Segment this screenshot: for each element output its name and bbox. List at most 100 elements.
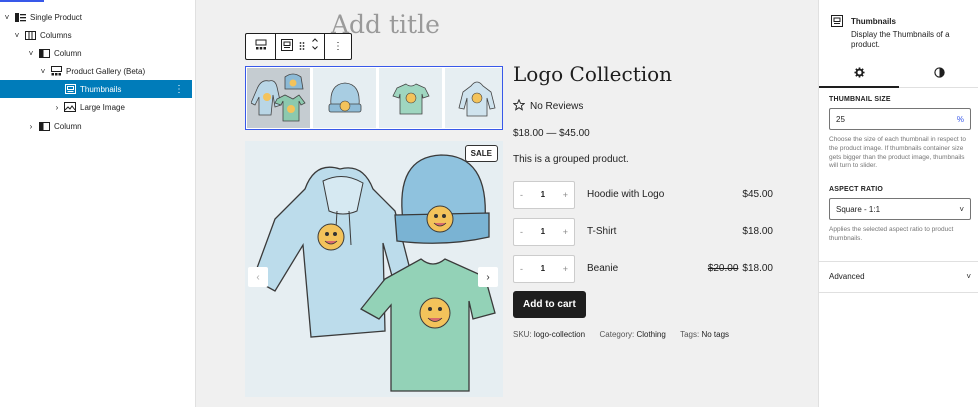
gallery-icon	[50, 66, 62, 76]
chevron-down-icon: ˅	[966, 272, 971, 281]
chevron-right-icon: ›	[486, 271, 490, 283]
tab-styles[interactable]	[899, 60, 978, 87]
chevron-right-icon[interactable]: ›	[52, 103, 62, 112]
next-image-button[interactable]: ›	[478, 267, 498, 287]
thumbnails-strip[interactable]	[245, 66, 503, 130]
product-title: Logo Collection	[513, 62, 673, 86]
chevron-down-icon[interactable]: ˅	[38, 67, 48, 76]
grouped-item-price: $18.00	[678, 226, 773, 237]
list-item-column[interactable]: ˅ Column	[0, 44, 192, 62]
thumbnail-collection[interactable]	[247, 68, 310, 128]
sku-value: logo-collection	[533, 330, 586, 339]
thumbnails-icon	[64, 84, 76, 94]
grouped-item-name[interactable]: Hoodie with Logo	[587, 189, 678, 200]
list-item-large-image[interactable]: › Large Image	[0, 98, 192, 116]
more-options-button[interactable]: ⋮	[325, 34, 351, 59]
thumbnail-size-input[interactable]: 25 %	[829, 108, 971, 130]
quantity-value[interactable]: 1	[541, 227, 545, 236]
quantity-stepper[interactable]: - 1 +	[513, 217, 575, 246]
single-product-icon	[14, 12, 26, 22]
parent-block-button[interactable]	[246, 34, 276, 59]
decrease-button[interactable]: -	[520, 264, 523, 274]
thumbnail-hoodie[interactable]	[445, 68, 502, 128]
quantity-value[interactable]: 1	[541, 190, 545, 199]
grouped-item-hoodie: - 1 + Hoodie with Logo $45.00	[513, 176, 773, 213]
list-item-column-2[interactable]: › Column	[0, 117, 192, 135]
category-label: Category:	[599, 330, 635, 339]
grouped-item-name[interactable]: T-Shirt	[587, 226, 678, 237]
add-to-cart-button[interactable]: Add to cart	[513, 291, 586, 318]
quantity-stepper[interactable]: - 1 +	[513, 254, 575, 283]
thumbnail-beanie[interactable]	[313, 68, 376, 128]
thumbnail-size-control: THUMBNAIL SIZE 25 % Choose the size of e…	[829, 96, 971, 171]
product-large-image[interactable]: SALE ‹ ›	[245, 141, 503, 397]
decrease-button[interactable]: -	[520, 190, 523, 200]
increase-button[interactable]: +	[563, 264, 568, 274]
thumbnail-size-label: THUMBNAIL SIZE	[829, 96, 891, 103]
star-icon	[512, 98, 526, 114]
quantity-stepper[interactable]: - 1 +	[513, 180, 575, 209]
category-link[interactable]: Clothing	[636, 330, 665, 339]
unit-select[interactable]: %	[957, 115, 964, 124]
drag-handle-icon[interactable]	[299, 38, 305, 56]
grouped-item-price: $45.00	[678, 189, 773, 200]
advanced-panel-toggle[interactable]: Advanced ˅	[829, 272, 971, 281]
list-item-label: Column	[54, 48, 82, 58]
collection-thumbnail-image	[250, 73, 306, 122]
list-item-thumbnails[interactable]: Thumbnails ⋮	[0, 80, 192, 98]
aspect-ratio-select[interactable]: Square - 1:1 ˅	[829, 198, 971, 220]
list-view-panel: ˅ Single Product ˅ Columns ˅ Column ˅ Pr…	[0, 0, 196, 407]
grouped-item-name[interactable]: Beanie	[587, 263, 678, 274]
list-item-label: Large Image	[80, 102, 125, 112]
list-item-label: Single Product	[30, 12, 83, 22]
price-current: $18.00	[742, 226, 773, 237]
contrast-icon	[933, 66, 945, 81]
chevron-down-icon[interactable]: ˅	[2, 13, 12, 22]
list-view-tab-indicator	[0, 0, 44, 2]
list-item-columns[interactable]: ˅ Columns	[0, 26, 192, 44]
thumbnail-tshirt[interactable]	[379, 68, 442, 128]
options-icon[interactable]: ⋮	[174, 84, 184, 95]
page-content: Add title ⋮ SALE ‹ › Logo Collection No …	[196, 0, 818, 407]
quantity-value[interactable]: 1	[541, 264, 545, 273]
advanced-label: Advanced	[829, 272, 865, 281]
increase-button[interactable]: +	[563, 190, 568, 200]
chevron-down-icon[interactable]: ˅	[12, 31, 22, 40]
sale-badge: SALE	[464, 145, 498, 162]
column-icon	[38, 48, 50, 58]
thumbnails-icon[interactable]	[281, 38, 293, 56]
tags-label: Tags:	[680, 330, 700, 339]
aspect-ratio-value: Square - 1:1	[836, 204, 881, 214]
chevron-right-icon[interactable]: ›	[26, 122, 36, 131]
aspect-ratio-label: ASPECT RATIO	[829, 186, 883, 193]
tab-settings[interactable]	[819, 60, 899, 88]
block-controls	[276, 34, 325, 59]
list-item-single-product[interactable]: ˅ Single Product	[0, 8, 192, 26]
list-item-label: Columns	[40, 30, 72, 40]
previous-image-button[interactable]: ‹	[248, 267, 268, 287]
list-item-label: Product Gallery (Beta)	[66, 66, 146, 76]
inspector-tabs	[819, 60, 978, 88]
chevron-down-icon: ˅	[959, 204, 964, 214]
panel-divider	[819, 261, 978, 262]
beanie-thumbnail-image	[328, 82, 361, 113]
grouped-item-tshirt: - 1 + T-Shirt $18.00	[513, 213, 773, 250]
editor-app: ˅ Single Product ˅ Columns ˅ Column ˅ Pr…	[0, 0, 978, 407]
list-item-product-gallery[interactable]: ˅ Product Gallery (Beta)	[0, 62, 192, 80]
decrease-button[interactable]: -	[520, 227, 523, 237]
price-current: $45.00	[742, 189, 773, 200]
aspect-ratio-help: Applies the selected aspect ratio to pro…	[829, 226, 954, 242]
column-icon	[38, 121, 50, 131]
price-original: $20.00	[707, 263, 739, 274]
increase-button[interactable]: +	[563, 227, 568, 237]
thumbnail-size-value[interactable]: 25	[836, 115, 845, 124]
block-title: Thumbnails	[851, 17, 896, 26]
block-description: Display the Thumbnails of a product.	[851, 30, 950, 50]
chevron-down-icon[interactable]: ˅	[26, 49, 36, 58]
grouped-item-price: $20.00 $18.00	[678, 263, 773, 274]
product-reviews: No Reviews	[512, 98, 773, 114]
reviews-text[interactable]: No Reviews	[530, 101, 583, 112]
move-up-down-icon[interactable]	[311, 37, 319, 56]
gallery-icon	[255, 39, 267, 54]
grouped-products: - 1 + Hoodie with Logo $45.00 - 1 + T-Sh…	[513, 176, 773, 287]
